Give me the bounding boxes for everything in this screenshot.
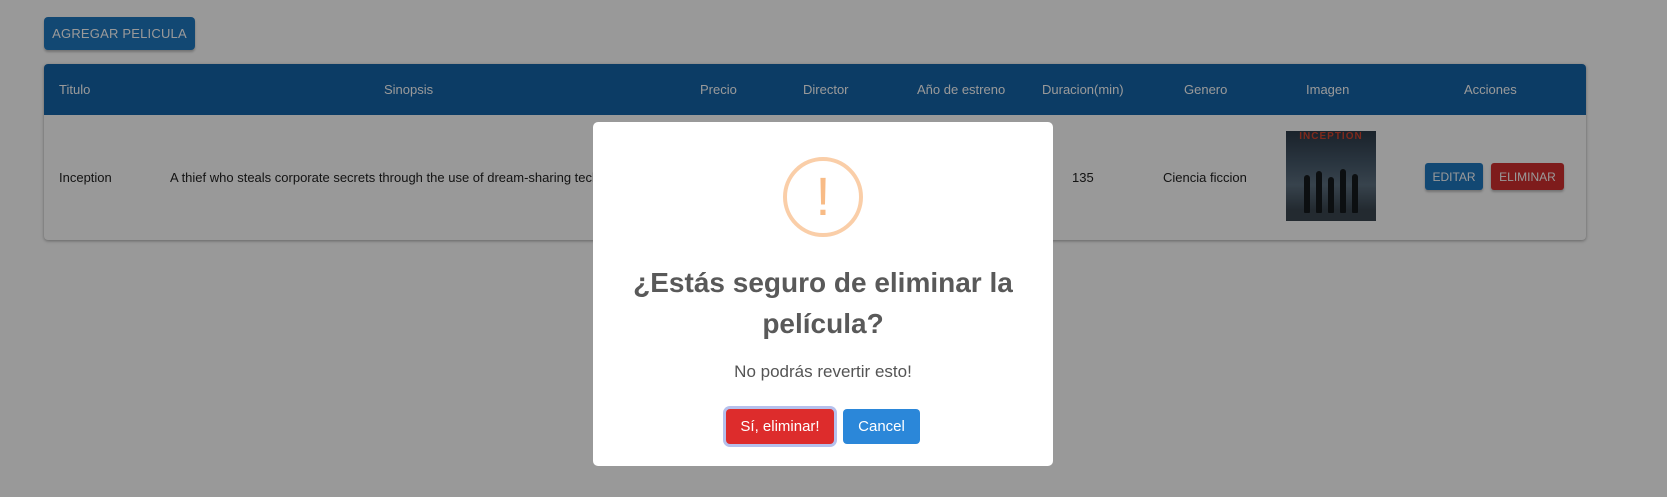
dialog-text: No podrás revertir esto! [734, 362, 912, 381]
confirm-delete-button[interactable]: Sí, eliminar! [726, 409, 834, 444]
page: AGREGAR PELICULA Titulo Sinopsis Precio … [0, 0, 1667, 497]
dialog-title: ¿Estás seguro de eliminar la película? [633, 267, 1013, 339]
exclamation-icon: ! [783, 157, 863, 237]
confirm-delete-dialog: ! ¿Estás seguro de eliminar la película?… [593, 122, 1053, 466]
cancel-button[interactable]: Cancel [843, 409, 920, 444]
